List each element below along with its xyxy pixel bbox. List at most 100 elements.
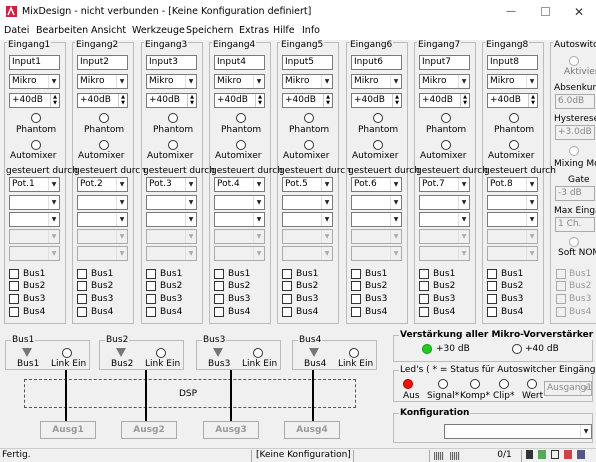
control-select-2[interactable]: ▼ (419, 195, 470, 210)
control-select-5[interactable]: ▼ (214, 246, 265, 261)
phantom-radio[interactable] (373, 113, 383, 123)
bus3-checkbox[interactable] (351, 294, 361, 304)
channel-gain-stepper[interactable]: +40dB ▲ ▼ (419, 93, 470, 108)
led-value-radio[interactable] (527, 379, 537, 389)
control-select-5[interactable]: ▼ (146, 246, 197, 261)
bus2-checkbox[interactable] (282, 281, 292, 291)
control-select-5[interactable]: ▼ (77, 246, 128, 261)
control-select-2[interactable]: ▼ (146, 195, 197, 210)
control-select-3[interactable]: ▼ (487, 212, 538, 227)
link-radio[interactable] (62, 348, 72, 358)
config-select[interactable]: ▼ (444, 424, 592, 439)
menu-datei[interactable]: Datei (4, 25, 29, 36)
bus3-checkbox[interactable] (146, 294, 156, 304)
channel-type-select[interactable]: Mikro ▼ (351, 74, 402, 89)
bus4-checkbox[interactable] (214, 307, 224, 317)
menu-ansicht[interactable]: Ansicht (91, 25, 126, 36)
control-select-2[interactable]: ▼ (9, 195, 60, 210)
control-select-5[interactable]: ▼ (9, 246, 60, 261)
control-pot-select[interactable]: Pot.1 ▼ (9, 177, 60, 192)
channel-type-select[interactable]: Mikro ▼ (487, 74, 538, 89)
output2-button[interactable]: Ausg2 (121, 421, 177, 439)
control-select-4[interactable]: ▼ (419, 229, 470, 244)
output4-button[interactable]: Ausg4 (284, 421, 340, 439)
bus4-checkbox[interactable] (487, 307, 497, 317)
channel-gain-stepper[interactable]: +40dB ▲ ▼ (282, 93, 333, 108)
spin-arrows-icon[interactable]: ▲ ▼ (460, 94, 469, 107)
preamp-30db-radio[interactable] (422, 344, 432, 354)
autoswitcher-activate-radio[interactable] (569, 56, 579, 66)
mixing-mode-radio[interactable] (569, 146, 579, 156)
control-pot-select[interactable]: Pot.4 ▼ (214, 177, 265, 192)
automixer-radio[interactable] (236, 140, 246, 150)
control-select-2[interactable]: ▼ (282, 195, 333, 210)
channel-name-input[interactable]: Input2 (77, 55, 128, 70)
link-radio[interactable] (349, 348, 359, 358)
channel-name-input[interactable]: Input7 (419, 55, 470, 70)
control-pot-select[interactable]: Pot.2 ▼ (77, 177, 128, 192)
automixer-radio[interactable] (99, 140, 109, 150)
autoswitcher-bus2-checkbox[interactable] (556, 281, 566, 291)
control-select-3[interactable]: ▼ (146, 212, 197, 227)
menu-speichern[interactable]: Speichern (186, 25, 233, 36)
lowering-select[interactable]: 6.0dB (555, 94, 595, 109)
control-select-5[interactable]: ▼ (351, 246, 402, 261)
minimize-button[interactable]: — (494, 0, 528, 23)
channel-name-input[interactable]: Input6 (351, 55, 402, 70)
bus1-checkbox[interactable] (351, 269, 361, 279)
spin-arrows-icon[interactable]: ▲ ▼ (323, 94, 332, 107)
bus2-checkbox[interactable] (9, 281, 19, 291)
bus2-checkbox[interactable] (214, 281, 224, 291)
bus2-checkbox[interactable] (351, 281, 361, 291)
control-select-3[interactable]: ▼ (282, 212, 333, 227)
bus1-checkbox[interactable] (282, 269, 292, 279)
menu-werkzeuge[interactable]: Werkzeuge (132, 25, 185, 36)
bus4-checkbox[interactable] (351, 307, 361, 317)
bus2-checkbox[interactable] (77, 281, 87, 291)
bus3-checkbox[interactable] (9, 294, 19, 304)
autoswitcher-bus3-checkbox[interactable] (556, 294, 566, 304)
bus4-checkbox[interactable] (419, 307, 429, 317)
max-inputs-select[interactable]: 1 Ch. (555, 217, 595, 232)
control-select-2[interactable]: ▼ (77, 195, 128, 210)
bus2-checkbox[interactable] (487, 281, 497, 291)
channel-type-select[interactable]: Mikro ▼ (419, 74, 470, 89)
autoswitcher-bus1-checkbox[interactable] (556, 269, 566, 279)
control-select-2[interactable]: ▼ (351, 195, 402, 210)
channel-name-input[interactable]: Input3 (146, 55, 197, 70)
control-select-3[interactable]: ▼ (77, 212, 128, 227)
phantom-radio[interactable] (441, 113, 451, 123)
bus1-checkbox[interactable] (77, 269, 87, 279)
control-pot-select[interactable]: Pot.3 ▼ (146, 177, 197, 192)
bus4-checkbox[interactable] (77, 307, 87, 317)
led-off-radio[interactable] (403, 379, 413, 389)
bus3-checkbox[interactable] (77, 294, 87, 304)
bus3-checkbox[interactable] (214, 294, 224, 304)
link-radio[interactable] (253, 348, 263, 358)
spin-arrows-icon[interactable]: ▲ ▼ (118, 94, 127, 107)
control-select-5[interactable]: ▼ (282, 246, 333, 261)
control-pot-select[interactable]: Pot.7 ▼ (419, 177, 470, 192)
bus3-checkbox[interactable] (419, 294, 429, 304)
control-select-4[interactable]: ▼ (77, 229, 128, 244)
spin-arrows-icon[interactable]: ▲ ▼ (255, 94, 264, 107)
channel-gain-stepper[interactable]: +40dB ▲ ▼ (77, 93, 128, 108)
control-select-5[interactable]: ▼ (419, 246, 470, 261)
phantom-radio[interactable] (236, 113, 246, 123)
channel-name-input[interactable]: Input1 (9, 55, 60, 70)
automixer-radio[interactable] (509, 140, 519, 150)
menu-bearbeiten[interactable]: Bearbeiten (36, 25, 88, 36)
menu-info[interactable]: Info (302, 25, 320, 36)
bus1-checkbox[interactable] (487, 269, 497, 279)
control-select-4[interactable]: ▼ (9, 229, 60, 244)
phantom-radio[interactable] (168, 113, 178, 123)
control-select-4[interactable]: ▼ (487, 229, 538, 244)
bus2-checkbox[interactable] (419, 281, 429, 291)
bus2-checkbox[interactable] (146, 281, 156, 291)
channel-type-select[interactable]: Mikro ▼ (146, 74, 197, 89)
control-select-3[interactable]: ▼ (351, 212, 402, 227)
control-pot-select[interactable]: Pot.8 ▼ (487, 177, 538, 192)
control-select-4[interactable]: ▼ (214, 229, 265, 244)
bus3-checkbox[interactable] (487, 294, 497, 304)
channel-gain-stepper[interactable]: +40dB ▲ ▼ (146, 93, 197, 108)
